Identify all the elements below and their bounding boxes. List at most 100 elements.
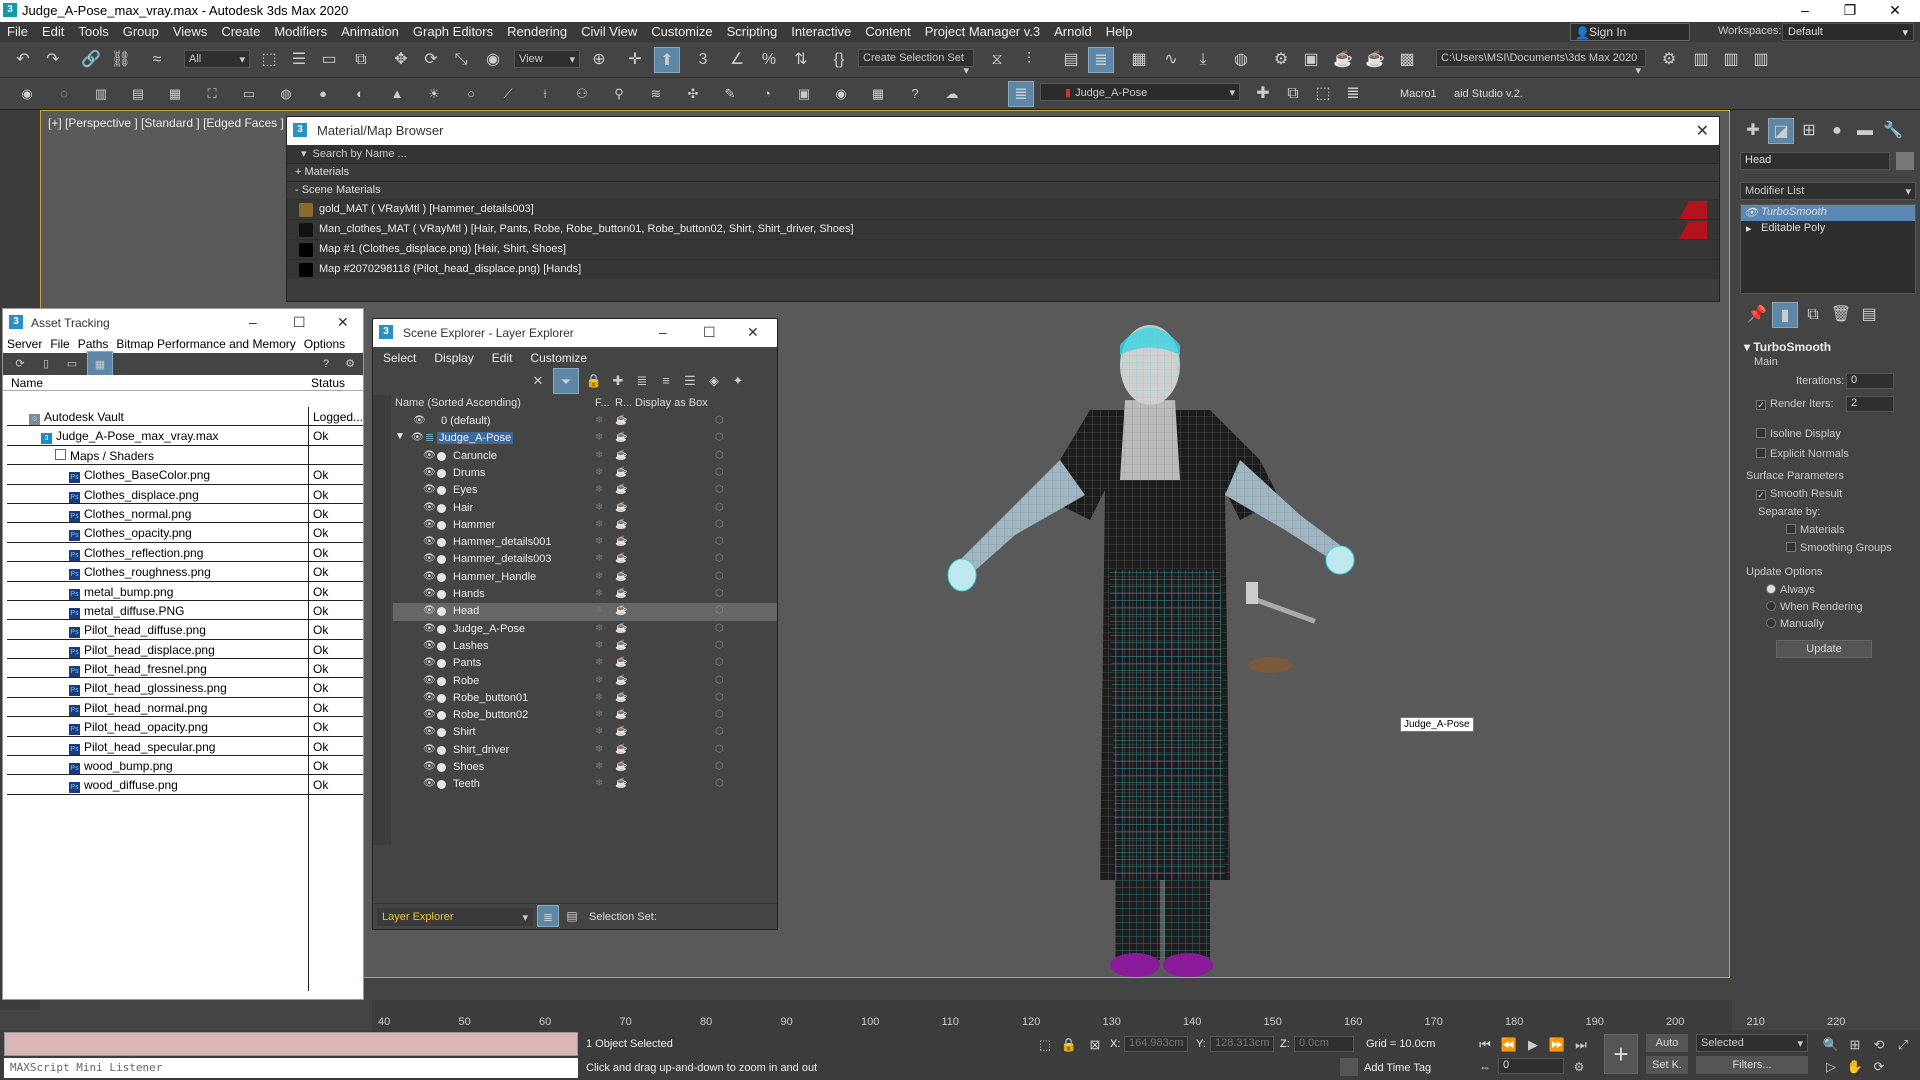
menu-item-content[interactable]: Content: [858, 22, 918, 41]
menu-item-project-manager-v-3[interactable]: Project Manager v.3: [918, 22, 1047, 41]
layer-row[interactable]: 👁 Hammer_details001 ❄ ☕ ⬡: [393, 534, 777, 551]
freeze-icon[interactable]: ❄: [595, 675, 603, 686]
hair-icon[interactable]: ≋: [643, 81, 669, 107]
render-icon[interactable]: ☕: [615, 657, 627, 668]
menu-item-create[interactable]: Create: [214, 22, 267, 41]
visibility-eye-icon[interactable]: 👁: [423, 553, 436, 564]
sync-selection-icon[interactable]: ✦: [725, 368, 751, 394]
folder-add-icon[interactable]: ▥: [1718, 47, 1744, 73]
material-editor-icon[interactable]: ◍: [1228, 47, 1254, 73]
viewport-label[interactable]: [+] [Perspective ] [Standard ] [Edged Fa…: [48, 116, 284, 130]
material-row[interactable]: Map #2070298118 (Pilot_head_displace.png…: [287, 259, 1719, 279]
torus-icon[interactable]: ◐: [347, 81, 373, 107]
visibility-eye-icon[interactable]: 👁: [423, 709, 436, 720]
y-coordinate-field[interactable]: 128.313cm: [1210, 1036, 1274, 1052]
set-key-mode-button[interactable]: Set K.: [1646, 1056, 1688, 1074]
display-as-box-icon[interactable]: ⬡: [715, 778, 724, 789]
grid-icon[interactable]: ▦: [162, 81, 188, 107]
scene-menu-display[interactable]: Display: [434, 351, 473, 365]
freeze-icon[interactable]: ❄: [595, 778, 603, 789]
visibility-eye-icon[interactable]: 👁: [423, 640, 436, 651]
layer-row[interactable]: 👁 Head ❄ ☕ ⬡: [393, 603, 777, 621]
display-tab-icon[interactable]: ▬: [1852, 118, 1878, 144]
stack-icon[interactable]: ▦: [865, 81, 891, 107]
pan-icon[interactable]: ✋: [1842, 1054, 1868, 1080]
set-current-layer-icon[interactable]: ≣: [1340, 81, 1366, 107]
render-icon[interactable]: ☕: [615, 553, 627, 564]
asset-row[interactable]: Ps Pilot_head_glossiness.png Ok: [7, 678, 363, 698]
layer-row[interactable]: 👁 Eyes ❄ ☕ ⬡: [393, 482, 777, 499]
select-manipulate-icon[interactable]: ✛: [622, 47, 648, 73]
workspace-dropdown[interactable]: Default ▾: [1782, 23, 1914, 41]
maximize-button[interactable]: ☐: [703, 324, 716, 341]
previous-frame-icon[interactable]: ⏪: [1496, 1032, 1522, 1058]
display-as-box-icon[interactable]: ⬡: [715, 536, 724, 547]
rect-selection-icon[interactable]: ▭: [316, 47, 342, 73]
schematic-view-icon[interactable]: ⤓: [1190, 47, 1216, 73]
freeze-icon[interactable]: ❄: [595, 761, 603, 772]
stack-item-turbosmooth[interactable]: 👁 TurboSmooth: [1741, 205, 1915, 221]
freeze-icon[interactable]: ❄: [595, 415, 603, 426]
material-search-input[interactable]: ▾ Search by Name ...: [287, 145, 1719, 163]
freeze-icon[interactable]: ❄: [595, 623, 603, 634]
render-production-icon[interactable]: ☕: [1330, 47, 1356, 73]
material-row[interactable]: gold_MAT ( VRayMtl ) [Hammer_details003]: [287, 199, 1719, 219]
scene-materials-section[interactable]: - Scene Materials: [287, 181, 1719, 199]
freeze-icon[interactable]: ❄: [595, 502, 603, 513]
layer-row[interactable]: 👁 Caruncle ❄ ☕ ⬡: [393, 448, 777, 465]
visibility-eye-icon[interactable]: 👁: [423, 623, 436, 634]
object-color-swatch[interactable]: [1896, 152, 1914, 170]
maximize-viewport-icon[interactable]: ⤢: [1890, 1032, 1916, 1058]
scene-menu-select[interactable]: Select: [383, 351, 416, 365]
display-as-box-icon[interactable]: ⬡: [715, 692, 724, 703]
select-by-name-icon[interactable]: ☰: [286, 47, 312, 73]
minimize-button[interactable]: –: [1790, 2, 1820, 20]
layer-row[interactable]: 👁 Shirt ❄ ☕ ⬡: [393, 724, 777, 741]
snaps-toggle-icon[interactable]: 3: [690, 47, 716, 73]
layers-icon[interactable]: ☰: [677, 368, 703, 394]
pivot-center-icon[interactable]: ⊕: [586, 47, 612, 73]
configure-sets-icon[interactable]: ▤: [1856, 302, 1882, 328]
visibility-eye-icon[interactable]: 👁: [423, 675, 436, 686]
visibility-eye-icon[interactable]: 👁: [423, 657, 436, 668]
display-as-box-icon[interactable]: ⬡: [715, 467, 724, 478]
select-in-layer-icon[interactable]: ⬚: [1310, 81, 1336, 107]
render-icon[interactable]: ☕: [615, 726, 627, 737]
explicit-normals-checkbox[interactable]: Explicit Normals: [1756, 448, 1849, 460]
menu-item-file[interactable]: File: [0, 22, 35, 41]
expand-arrow-icon[interactable]: ▼: [395, 431, 405, 442]
visibility-eye-icon[interactable]: 👁: [423, 519, 436, 530]
display-as-box-icon[interactable]: ⬡: [715, 502, 724, 513]
mirror-icon[interactable]: ⧖: [984, 47, 1010, 73]
minimize-button[interactable]: –: [249, 314, 257, 330]
asset-row[interactable]: Maps / Shaders: [7, 446, 363, 466]
layer-stack-icon[interactable]: ≣: [629, 368, 655, 394]
close-button[interactable]: ✕: [337, 314, 349, 331]
box-icon[interactable]: ▣: [791, 81, 817, 107]
scale-icon[interactable]: ⤡: [448, 47, 474, 73]
update-when-rendering-radio[interactable]: When Rendering: [1766, 601, 1863, 613]
lock-icon[interactable]: 🔒: [581, 368, 607, 394]
freeze-icon[interactable]: ❄: [595, 536, 603, 547]
visibility-eye-icon[interactable]: 👁: [423, 502, 436, 513]
menu-item-edit[interactable]: Edit: [35, 22, 71, 41]
settings-icon[interactable]: ⚙: [337, 351, 363, 377]
layer-row[interactable]: 👁 Hands ❄ ☕ ⬡: [393, 586, 777, 603]
keyboard-shortcut-override-icon[interactable]: ⬆: [654, 47, 680, 73]
render-icon[interactable]: ☕: [615, 605, 627, 616]
cloud-icon[interactable]: ☁: [939, 81, 965, 107]
absolute-mode-icon[interactable]: ⊠: [1082, 1032, 1108, 1058]
render-icon[interactable]: ☕: [615, 450, 627, 461]
asset-row[interactable]: 3 Judge_A-Pose_max_vray.max Ok: [7, 426, 363, 446]
current-layer-dropdown[interactable]: ▮ Judge_A-Pose ▾: [1040, 83, 1240, 101]
isolate-selection-icon[interactable]: ⬚: [1032, 1032, 1058, 1058]
asset-row[interactable]: Ps Clothes_normal.png Ok: [7, 504, 363, 524]
tree-view-icon[interactable]: ▦: [87, 351, 113, 377]
bind-space-warp-icon[interactable]: ≈: [144, 47, 170, 73]
percent-snap-icon[interactable]: %: [756, 47, 782, 73]
modifier-list-dropdown[interactable]: Modifier List ▾: [1740, 182, 1916, 200]
asset-row[interactable]: Ps Pilot_head_specular.png Ok: [7, 737, 363, 757]
add-to-layer-icon[interactable]: ⧉: [1280, 81, 1306, 107]
clear-filter-icon[interactable]: ✕: [525, 368, 551, 394]
render-icon[interactable]: ☕: [615, 432, 627, 443]
